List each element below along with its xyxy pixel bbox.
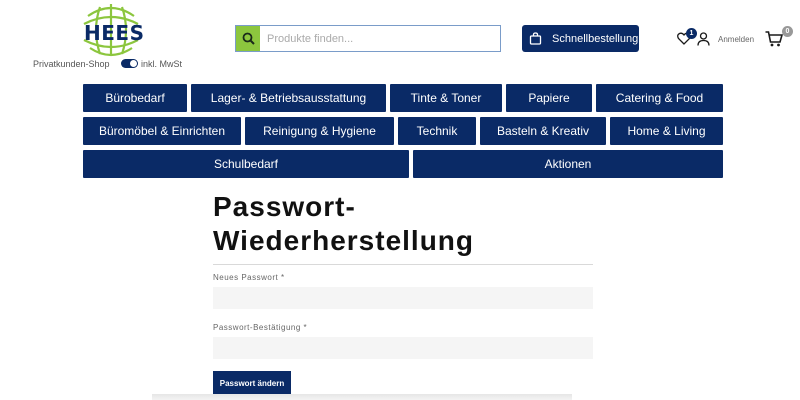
- new-password-input[interactable]: [213, 287, 593, 309]
- new-password-label: Neues Passwort *: [213, 273, 285, 282]
- nav-item-schulbedarf[interactable]: Schulbedarf: [83, 150, 409, 178]
- nav-item-technik[interactable]: Technik: [398, 117, 476, 145]
- bag-icon: [529, 32, 542, 45]
- search-button[interactable]: [236, 26, 260, 51]
- nav-item-tinte[interactable]: Tinte & Toner: [390, 84, 502, 112]
- search-icon: [242, 32, 255, 45]
- vat-toggle[interactable]: [121, 59, 138, 68]
- nav-row: Schulbedarf Aktionen: [83, 150, 723, 178]
- nav-row: Büromöbel & Einrichten Reinigung & Hygie…: [83, 117, 723, 145]
- confirm-password-input[interactable]: [213, 337, 593, 359]
- nav-item-catering[interactable]: Catering & Food: [596, 84, 723, 112]
- shop-type-label: Privatkunden-Shop: [33, 59, 110, 69]
- footer-edge: [152, 394, 572, 400]
- user-icon[interactable]: [697, 32, 710, 46]
- nav-item-bueromoebel[interactable]: Büromöbel & Einrichten: [83, 117, 241, 145]
- cart-count-badge: 0: [782, 26, 793, 37]
- search-bar: [235, 25, 501, 52]
- nav-item-reinigung[interactable]: Reinigung & Hygiene: [245, 117, 394, 145]
- nav-item-lager[interactable]: Lager- & Betriebsausstattung: [191, 84, 386, 112]
- confirm-password-label: Passwort-Bestätigung *: [213, 323, 308, 332]
- nav-item-home[interactable]: Home & Living: [610, 117, 723, 145]
- login-link[interactable]: Anmelden: [718, 35, 754, 44]
- nav-row: Bürobedarf Lager- & Betriebsausstattung …: [83, 84, 723, 112]
- nav-item-aktionen[interactable]: Aktionen: [413, 150, 723, 178]
- change-password-button[interactable]: Passwort ändern: [213, 371, 291, 395]
- nav-item-papiere[interactable]: Papiere: [506, 84, 592, 112]
- search-input[interactable]: [260, 26, 500, 51]
- category-nav: Bürobedarf Lager- & Betriebsausstattung …: [83, 84, 723, 183]
- title-divider: [213, 264, 593, 265]
- vat-label: inkl. MwSt: [141, 59, 183, 69]
- password-reset-form: Passwort- Wiederherstellung Neues Passwo…: [213, 190, 593, 395]
- logo-text[interactable]: HEES: [84, 21, 144, 45]
- page-title-line2: Wiederherstellung: [213, 225, 475, 256]
- nav-item-buerobedarf[interactable]: Bürobedarf: [83, 84, 187, 112]
- wishlist-count-badge: 1: [686, 28, 697, 39]
- quick-order-button[interactable]: Schnellbestellung: [522, 25, 639, 52]
- nav-item-basteln[interactable]: Basteln & Kreativ: [480, 117, 606, 145]
- page-title-line1: Passwort-: [213, 191, 356, 222]
- quick-order-label: Schnellbestellung: [552, 32, 639, 45]
- cart-icon[interactable]: [765, 31, 783, 47]
